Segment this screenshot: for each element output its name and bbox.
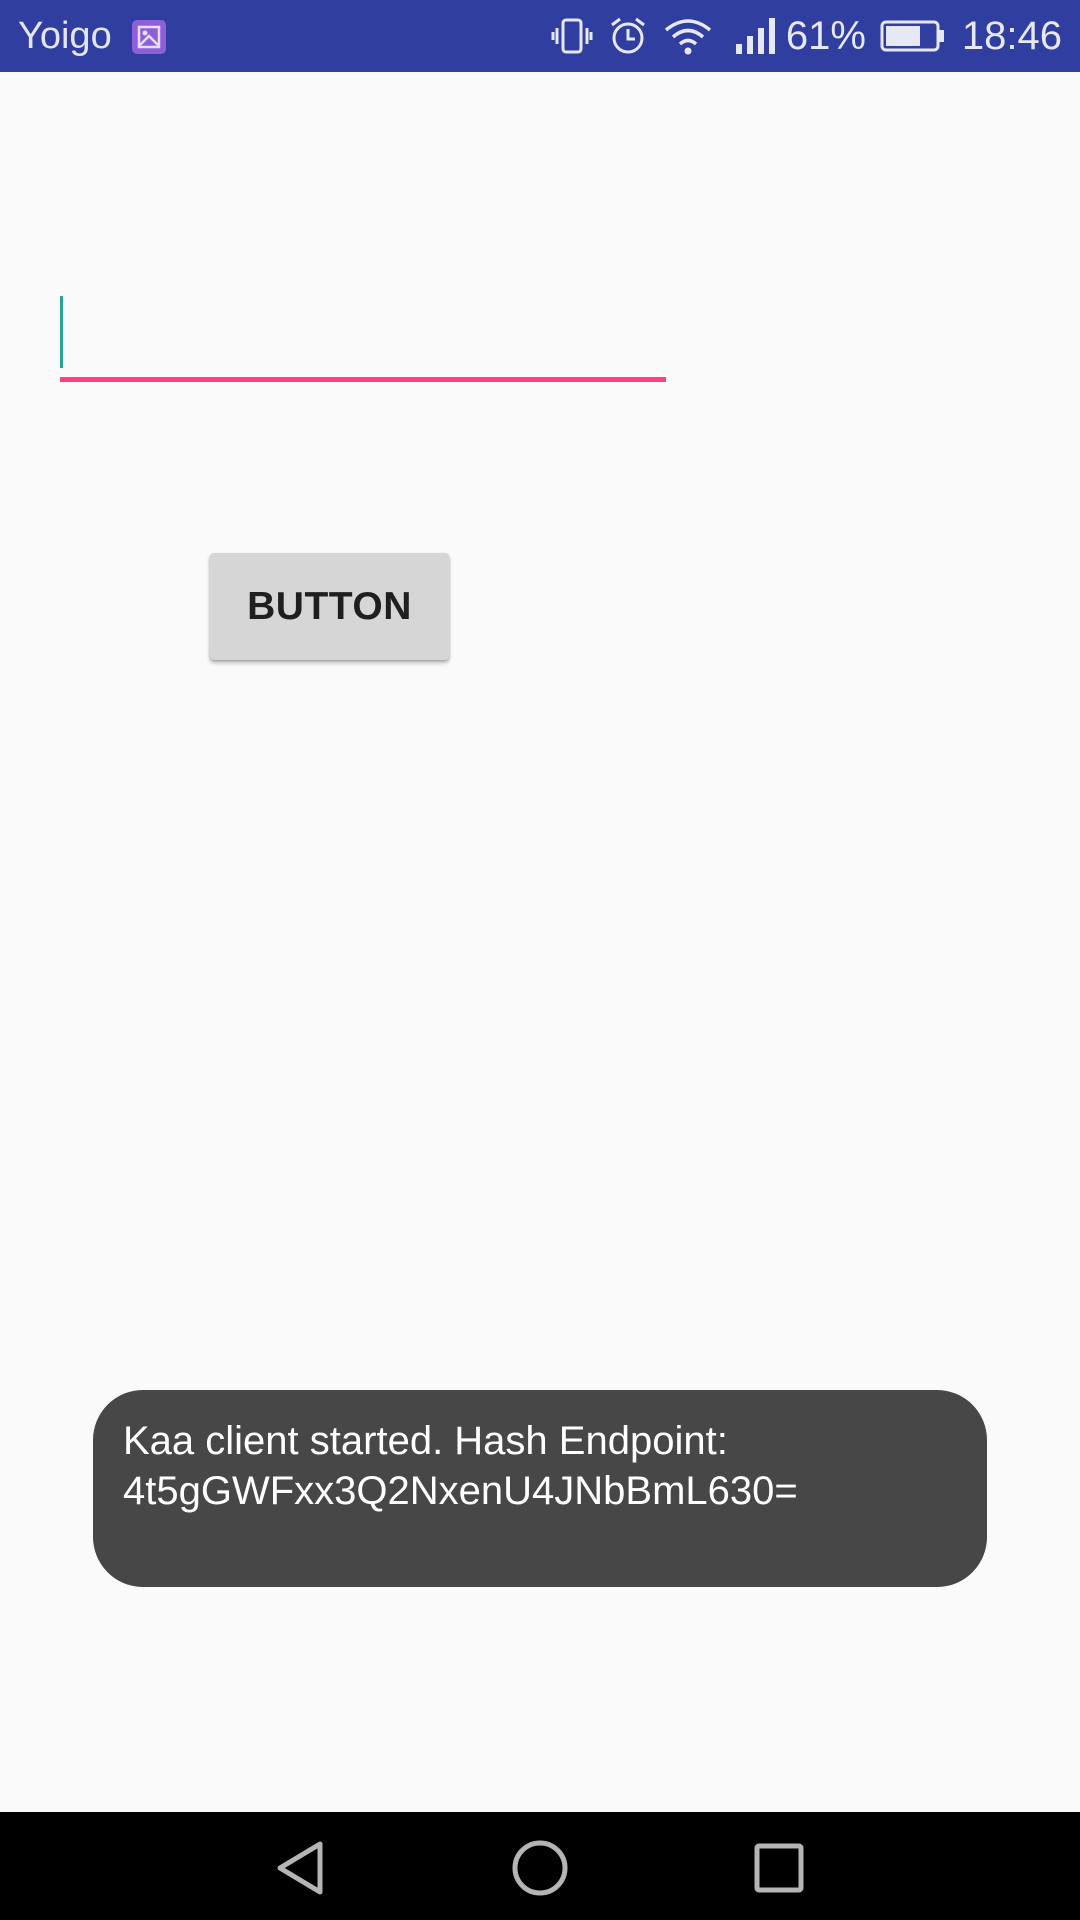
text-input[interactable] xyxy=(60,290,666,382)
carrier-name: Yoigo xyxy=(18,15,112,57)
app-screen: Yoigo 61% 18:46 BUTTON Kaa client starte… xyxy=(0,0,1080,1920)
toast-line-1: Kaa client started. Hash Endpoint: xyxy=(123,1419,728,1463)
signal-icon xyxy=(734,14,780,58)
toast-message: Kaa client started. Hash Endpoint: 4t5gG… xyxy=(93,1390,987,1587)
battery-icon xyxy=(880,14,946,58)
main-button[interactable]: BUTTON xyxy=(210,553,449,660)
navigation-bar xyxy=(0,1812,1080,1920)
status-icons: 61% 18:46 xyxy=(538,0,1062,72)
back-icon[interactable] xyxy=(270,1838,330,1898)
recents-icon[interactable] xyxy=(749,1838,809,1898)
toast-line-2: 4t5gGWFxx3Q2NxenU4JNbBmL630= xyxy=(123,1469,798,1513)
battery-percentage: 61% xyxy=(785,13,866,58)
clock: 18:46 xyxy=(961,13,1062,58)
status-bar: Yoigo 61% 18:46 xyxy=(0,0,1080,72)
vibrate-icon xyxy=(550,14,594,58)
text-input-underline xyxy=(60,377,666,382)
home-icon[interactable] xyxy=(510,1838,570,1898)
wifi-icon xyxy=(662,14,714,58)
gallery-notification-icon xyxy=(132,20,166,54)
text-cursor xyxy=(60,296,63,368)
alarm-icon xyxy=(606,14,650,58)
